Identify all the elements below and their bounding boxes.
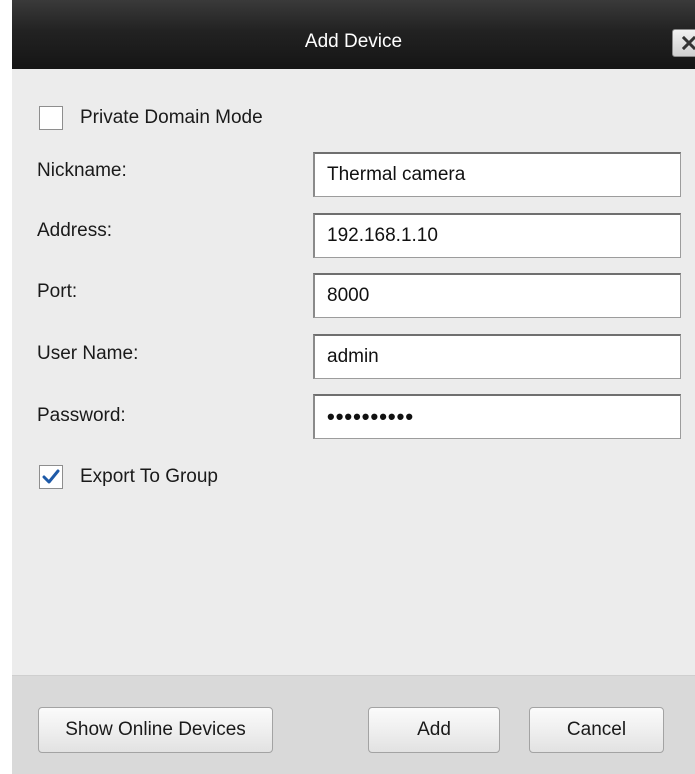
address-input[interactable] xyxy=(313,213,681,258)
password-label: Password: xyxy=(37,405,126,426)
add-button[interactable]: Add xyxy=(368,707,500,753)
private-domain-mode-option[interactable]: Private Domain Mode xyxy=(39,106,263,130)
nickname-input[interactable] xyxy=(313,152,681,197)
port-input[interactable] xyxy=(313,273,681,318)
username-label: User Name: xyxy=(37,343,139,364)
nickname-label: Nickname: xyxy=(37,160,127,181)
private-domain-mode-checkbox[interactable] xyxy=(39,106,63,130)
export-to-group-option[interactable]: Export To Group xyxy=(39,465,218,489)
export-to-group-label: Export To Group xyxy=(80,466,219,487)
address-label: Address: xyxy=(37,220,112,241)
private-domain-mode-label: Private Domain Mode xyxy=(80,107,263,128)
dialog-title: Add Device xyxy=(304,31,403,52)
close-icon xyxy=(682,36,695,50)
title-bar[interactable]: Add Device xyxy=(12,0,695,69)
cancel-button[interactable]: Cancel xyxy=(529,707,664,753)
show-online-devices-button[interactable]: Show Online Devices xyxy=(38,707,273,753)
port-label: Port: xyxy=(37,281,78,302)
add-device-dialog: Add Device Private Domain Mode Nickname:… xyxy=(12,0,695,774)
username-input[interactable] xyxy=(313,334,681,379)
checkmark-icon xyxy=(42,469,60,484)
close-button[interactable] xyxy=(672,29,695,57)
password-input[interactable] xyxy=(313,394,681,439)
export-to-group-checkbox[interactable] xyxy=(39,465,63,489)
